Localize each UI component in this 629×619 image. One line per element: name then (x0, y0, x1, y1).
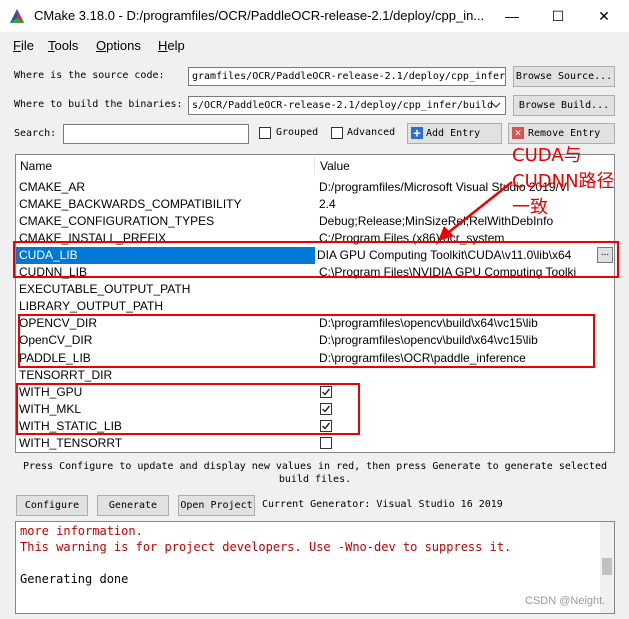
entry-name: EXECUTABLE_OUTPUT_PATH (19, 282, 191, 297)
close-button[interactable]: ✕ (581, 0, 627, 32)
output-line: Generating done (20, 572, 129, 586)
grouped-checkbox[interactable] (259, 127, 271, 139)
column-header-value[interactable]: Value (320, 155, 350, 177)
source-label: Where is the source code: (14, 70, 165, 81)
menu-options[interactable]: Options (96, 38, 141, 53)
entry-name: WITH_TENSORRT (19, 435, 123, 450)
annotation-box-cuda (13, 241, 619, 278)
menu-options-mnemonic: O (96, 38, 107, 53)
menu-options-label: ptions (106, 38, 141, 53)
table-row[interactable]: EXECUTABLE_OUTPUT_PATH (16, 281, 614, 298)
build-path-combo[interactable]: s/OCR/PaddleOCR-release-2.1/deploy/cpp_i… (188, 96, 506, 115)
minimize-button[interactable]: — (489, 0, 535, 32)
menu-bar (0, 33, 629, 55)
table-row[interactable]: LIBRARY_OUTPUT_PATH (16, 298, 614, 315)
entry-value: 2.4 (319, 197, 336, 212)
menu-help-label: elp (167, 38, 185, 53)
column-divider (314, 157, 315, 175)
entry-checkbox[interactable] (320, 436, 332, 449)
table-row[interactable]: TENSORRT_DIR (16, 367, 614, 384)
plus-icon: + (411, 127, 423, 139)
advanced-checkbox[interactable] (331, 127, 343, 139)
advanced-label: Advanced (347, 127, 396, 138)
annotation-box-opencv (18, 314, 595, 368)
grouped-label: Grouped (276, 127, 319, 138)
output-line: This warning is for project developers. … (20, 540, 512, 554)
search-label: Search: (14, 128, 57, 139)
scrollbar-thumb[interactable] (602, 558, 612, 575)
menu-help[interactable]: Help (158, 38, 185, 53)
hint-text: Press Configure to update and display ne… (23, 461, 607, 485)
maximize-button[interactable]: ☐ (535, 0, 581, 32)
entry-name: CMAKE_CONFIGURATION_TYPES (19, 214, 215, 229)
current-generator: Current Generator: Visual Studio 16 2019 (262, 499, 503, 510)
entry-name: CMAKE_AR (19, 180, 86, 194)
chevron-down-icon[interactable] (491, 101, 501, 109)
open-project-button[interactable]: Open Project (178, 495, 255, 516)
entry-name: TENSORRT_DIR (19, 367, 113, 382)
output-line: more information. (20, 524, 143, 538)
menu-tools-label: ools (54, 38, 79, 53)
watermark: CSDN @Neight. (525, 595, 606, 607)
build-label: Where to build the binaries: (14, 99, 183, 110)
browse-build-button[interactable]: Browse Build... (513, 95, 615, 116)
window-title: CMake 3.18.0 - D:/programfiles/OCR/Paddl… (34, 8, 485, 23)
entry-name: LIBRARY_OUTPUT_PATH (19, 299, 164, 314)
menu-file-mnemonic: F (13, 38, 21, 53)
menu-file[interactable]: File (13, 38, 34, 53)
annotation-box-with (16, 383, 360, 435)
remove-x-icon: ✕ (512, 127, 524, 139)
configure-button[interactable]: Configure (16, 495, 88, 516)
annotation-arrow (438, 181, 513, 241)
browse-source-button[interactable]: Browse Source... (513, 66, 615, 87)
cmake-logo-icon (10, 9, 24, 23)
search-input[interactable] (63, 124, 249, 144)
menu-help-mnemonic: H (158, 38, 168, 53)
minimize-icon: — (505, 8, 519, 24)
generate-button[interactable]: Generate (97, 495, 169, 516)
remove-entry-button[interactable]: ✕ Remove Entry (508, 123, 615, 144)
menu-tools[interactable]: Tools (48, 38, 78, 53)
maximize-icon: ☐ (551, 7, 565, 24)
source-path-field[interactable]: gramfiles/OCR/PaddleOCR-release-2.1/depl… (188, 67, 506, 86)
remove-entry-label: Remove Entry (528, 128, 601, 139)
column-header-name[interactable]: Name (20, 155, 52, 177)
build-path-value: s/OCR/PaddleOCR-release-2.1/deploy/cpp_i… (192, 100, 494, 111)
add-entry-button[interactable]: + Add Entry (407, 123, 502, 144)
close-icon: ✕ (598, 7, 610, 24)
menu-file-label: ile (20, 38, 34, 53)
entry-name: CMAKE_BACKWARDS_COMPATIBILITY (19, 197, 242, 212)
table-row[interactable]: WITH_TENSORRT (16, 435, 614, 452)
annotation-text: CUDA与CUDNN路径一致 (512, 145, 615, 218)
add-entry-label: Add Entry (426, 128, 481, 139)
